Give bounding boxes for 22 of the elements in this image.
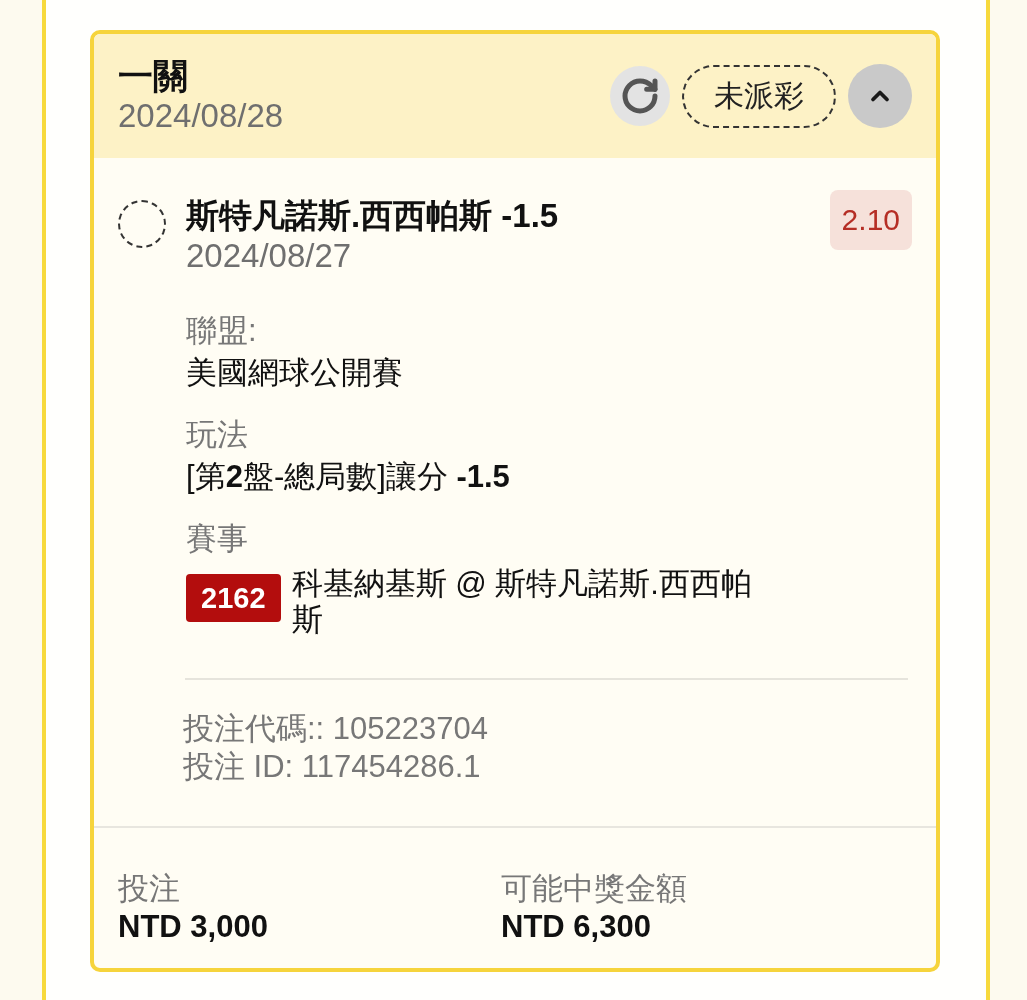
detail-label: 玩法 (186, 416, 249, 454)
detail-value: 美國網球公開賽 (186, 354, 404, 392)
summary-value: NTD 3,000 (118, 908, 269, 946)
bet-code: 投注 ID: 117454286.1 (183, 748, 482, 786)
bet-type-title: 一關 (118, 56, 189, 96)
summary-label: 投注 (118, 870, 181, 908)
event-number-badge: 2162 (186, 574, 281, 622)
detail-label: 聯盟: (186, 312, 258, 350)
refresh-icon (620, 76, 660, 116)
summary-label: 可能中獎金額 (501, 870, 688, 908)
radio-button[interactable] (118, 200, 166, 248)
bet-date: 2024/08/28 (118, 96, 284, 136)
odds-badge: 2.10 (829, 190, 912, 250)
status-badge: 未派彩 (682, 64, 836, 128)
detail-value: [第2盤-總局數]讓分 -1.5 (186, 458, 511, 496)
refresh-button[interactable] (610, 66, 670, 126)
event-name: 科基納基斯 @ 斯特凡諾斯.西西帕斯 (291, 566, 753, 638)
summary-value: NTD 6,300 (501, 908, 652, 946)
selection-date: 2024/08/27 (186, 236, 353, 276)
selection-title: 斯特凡諾斯.西西帕斯 -1.5 (186, 196, 560, 236)
bet-code: 投注代碼:: 105223704 (183, 710, 489, 748)
detail-label: 賽事 (186, 520, 249, 558)
